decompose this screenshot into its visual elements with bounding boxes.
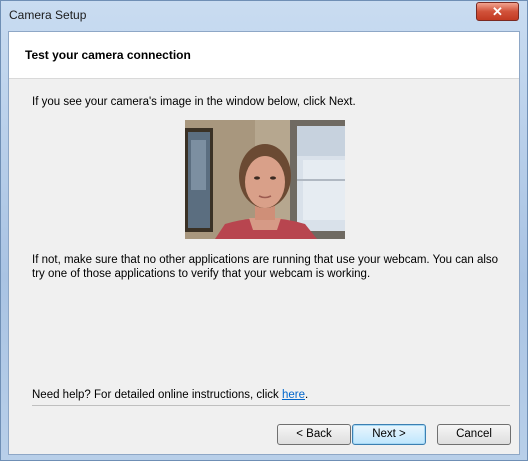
troubleshoot-text-line1: If not, make sure that no other applicat…	[32, 254, 499, 266]
dialog-content: Test your camera connection If you see y…	[8, 31, 520, 455]
separator	[32, 405, 510, 406]
cancel-button[interactable]: Cancel	[437, 424, 511, 445]
troubleshoot-text-line2: try one of those applications to verify …	[32, 268, 371, 280]
close-button[interactable]: ✕	[476, 2, 519, 21]
back-button[interactable]: < Back	[277, 424, 351, 445]
title-bar[interactable]: Camera Setup ✕	[1, 1, 527, 31]
close-icon: ✕	[492, 4, 503, 19]
camera-preview-image	[185, 120, 345, 239]
online-instructions-link[interactable]: here	[282, 389, 305, 401]
page-title: Test your camera connection	[25, 48, 191, 62]
need-help-suffix: .	[304, 389, 309, 401]
header-panel: Test your camera connection	[9, 32, 519, 79]
window-title: Camera Setup	[9, 8, 87, 22]
camera-setup-window: Camera Setup ✕ Test your camera connecti…	[0, 0, 528, 461]
intro-text: If you see your camera's image in the wi…	[32, 96, 356, 108]
need-help-text: Need help? For detailed online instructi…	[32, 388, 308, 403]
camera-preview-graphic	[185, 120, 345, 239]
need-help-prefix: Need help? For detailed online instructi…	[32, 389, 282, 401]
next-button[interactable]: Next >	[352, 424, 426, 445]
